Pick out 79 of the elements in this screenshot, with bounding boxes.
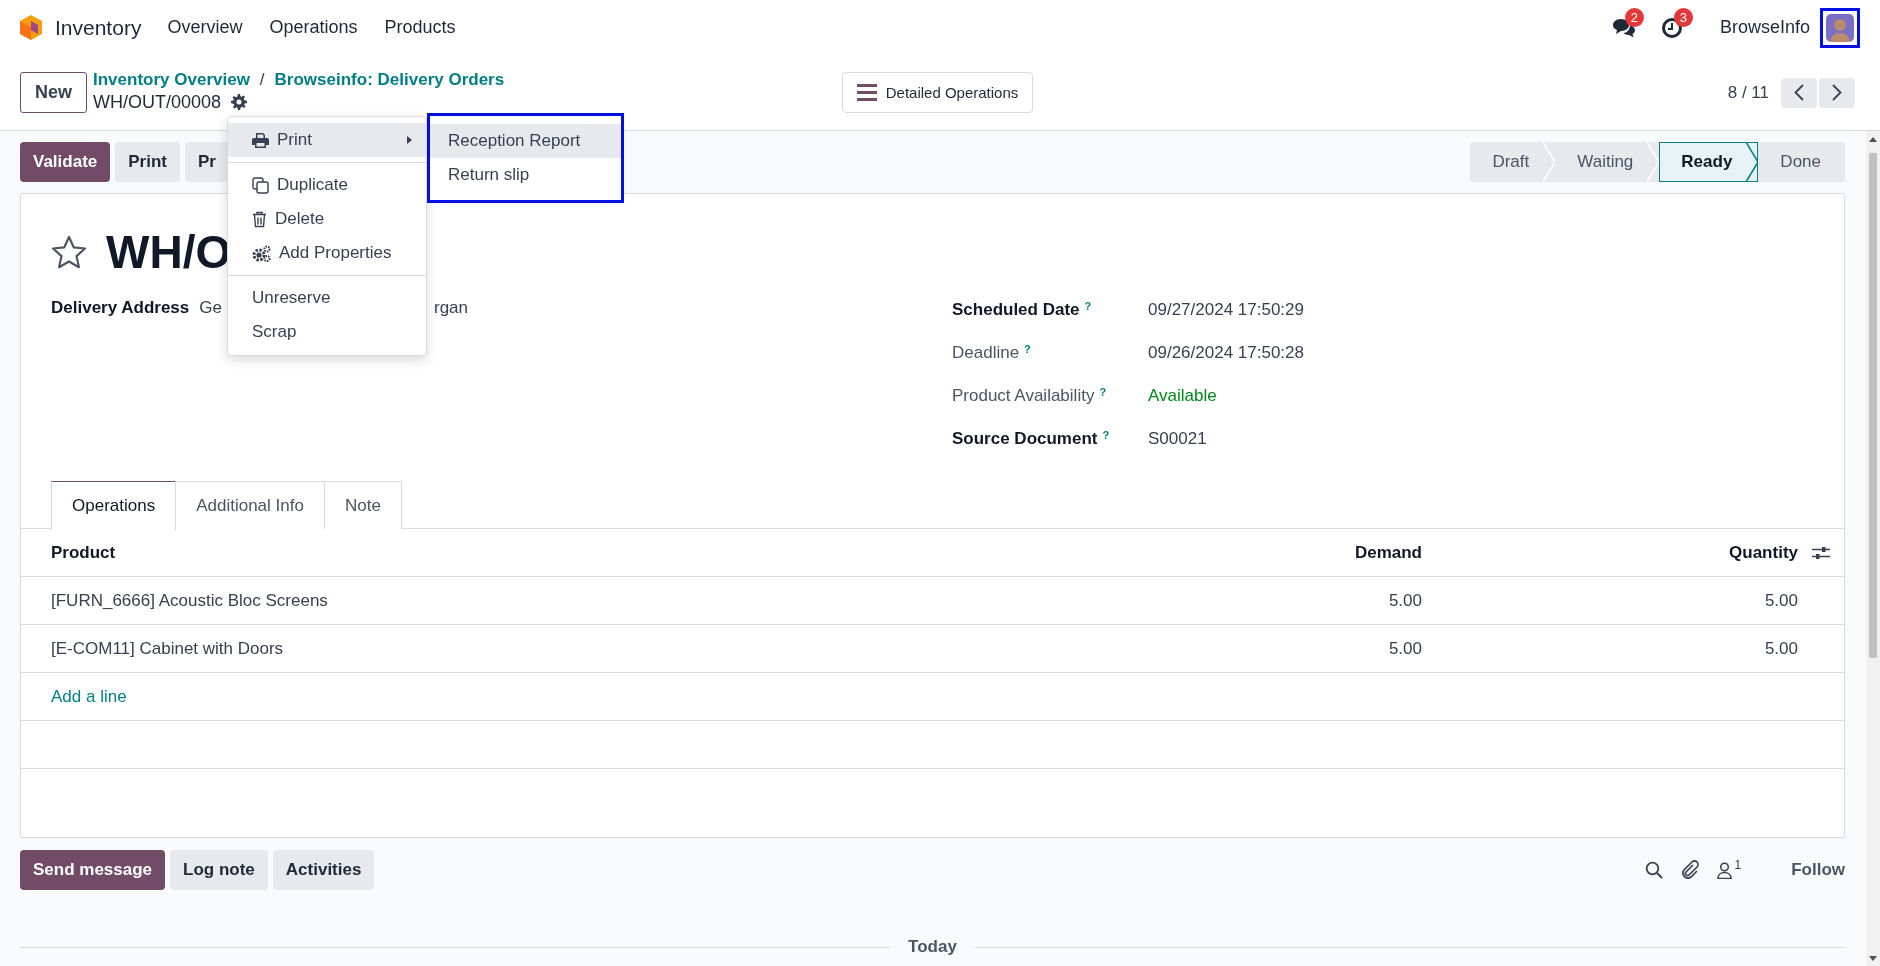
menu-item[interactable]: Add Properties (228, 236, 426, 270)
table-cell[interactable]: [E-COM11] Cabinet with Doors (21, 638, 1022, 659)
status-stage[interactable]: Ready (1659, 142, 1759, 182)
previous-button[interactable] (1781, 77, 1817, 108)
menu-item[interactable]: Delete (228, 202, 426, 236)
new-button[interactable]: New (20, 72, 87, 113)
message-count-badge: 2 (1624, 7, 1644, 27)
next-button[interactable] (1819, 77, 1855, 108)
field-value: 09/26/2024 17:50:28 (1148, 343, 1304, 363)
action-button[interactable]: Print (115, 142, 180, 182)
activity-count-badge: 3 (1673, 7, 1693, 27)
table-cell[interactable]: 5.00 (1422, 638, 1798, 659)
field-label: Deadline $^{?}$ (952, 343, 1032, 363)
chatter-button[interactable]: Log note (170, 850, 268, 890)
column-header[interactable]: Product (21, 542, 1022, 563)
table-cell[interactable]: 5.00 (1422, 590, 1798, 611)
chatter-button[interactable]: Activities (272, 850, 375, 890)
app-name[interactable]: Inventory (55, 15, 142, 40)
menu-item[interactable]: Products (384, 17, 456, 38)
copy-icon (252, 176, 269, 194)
chevron-right-icon (1832, 84, 1842, 101)
gears-icon (252, 244, 271, 262)
menu-item[interactable]: Duplicate (228, 168, 426, 202)
status-stage[interactable]: Done (1758, 142, 1845, 182)
paperclip-icon[interactable] (1681, 860, 1700, 880)
star-icon[interactable] (51, 235, 87, 269)
menu-item[interactable]: Operations (269, 17, 358, 38)
column-header[interactable]: Quantity (1422, 542, 1798, 563)
tab[interactable]: Operations (51, 481, 177, 530)
trash-icon (252, 210, 267, 228)
field-label: Product Availability $^{?}$ (952, 386, 1108, 406)
field-label: Scheduled Date $^{?}$ (952, 300, 1093, 320)
breadcrumb-link[interactable]: Inventory Overview (93, 68, 250, 91)
table-cell[interactable]: [FURN_6666] Acoustic Bloc Screens (21, 590, 1022, 611)
chevron-left-icon (1794, 84, 1804, 101)
stage-separator (1646, 142, 1661, 182)
stage-separator (1542, 142, 1557, 182)
tab[interactable]: Additional Info (175, 481, 325, 529)
field-value: Ge (199, 298, 222, 318)
add-line-link[interactable]: Add a line (21, 686, 1022, 707)
column-header[interactable]: Demand (1022, 542, 1422, 563)
menu-item[interactable]: Scrap (228, 315, 426, 349)
stage-separator (1745, 142, 1760, 182)
detailed-operations-button[interactable]: Detailed Operations (841, 72, 1034, 113)
printer-icon (252, 132, 269, 148)
breadcrumb-link[interactable]: Browseinfo: Delivery Orders (274, 68, 505, 91)
field-value: S00021 (1148, 429, 1207, 449)
settings-icon[interactable] (231, 93, 248, 110)
person-icon[interactable] (1717, 861, 1733, 879)
breadcrumb-separator: / (259, 68, 265, 91)
follower-count: 1 (1734, 857, 1742, 872)
table-cell[interactable]: 5.00 (1022, 638, 1422, 659)
user-name[interactable]: BrowseInfo (1719, 17, 1810, 38)
field-value: 09/27/2024 17:50:29 (1148, 300, 1304, 320)
app-logo-icon[interactable] (20, 15, 42, 40)
menu-item[interactable]: Unreserve (228, 281, 426, 315)
tab[interactable]: Note (323, 481, 402, 529)
sliders-icon[interactable] (1812, 544, 1830, 561)
field-value: Available (1148, 386, 1217, 406)
search-icon[interactable] (1645, 861, 1664, 879)
avatar-icon[interactable] (1826, 13, 1854, 42)
status-stage[interactable]: Draft (1470, 142, 1556, 182)
table-cell[interactable]: 5.00 (1022, 590, 1422, 611)
action-button[interactable]: Pr (185, 142, 229, 182)
status-stage[interactable]: Waiting (1555, 142, 1660, 182)
menu-icon (856, 84, 877, 101)
field-label: Source Document $^{?}$ (952, 429, 1111, 449)
primary-button[interactable]: Validate (20, 142, 111, 182)
record-name: WH/OUT/00008 (93, 90, 222, 113)
scrollbar[interactable] (1866, 131, 1880, 966)
field-label: Delivery Address (51, 298, 190, 318)
date-divider-label: Today (908, 937, 957, 957)
menu-item[interactable]: Overview (167, 17, 243, 38)
menu-item[interactable]: Print (228, 123, 426, 157)
send-message-button[interactable]: Send message (20, 850, 166, 890)
menu-item[interactable]: Reception Report (430, 124, 621, 158)
follow-button[interactable]: Follow (1791, 860, 1845, 880)
pager-counter: 8 / 11 (1727, 82, 1769, 103)
field-value: rgan (433, 298, 468, 318)
